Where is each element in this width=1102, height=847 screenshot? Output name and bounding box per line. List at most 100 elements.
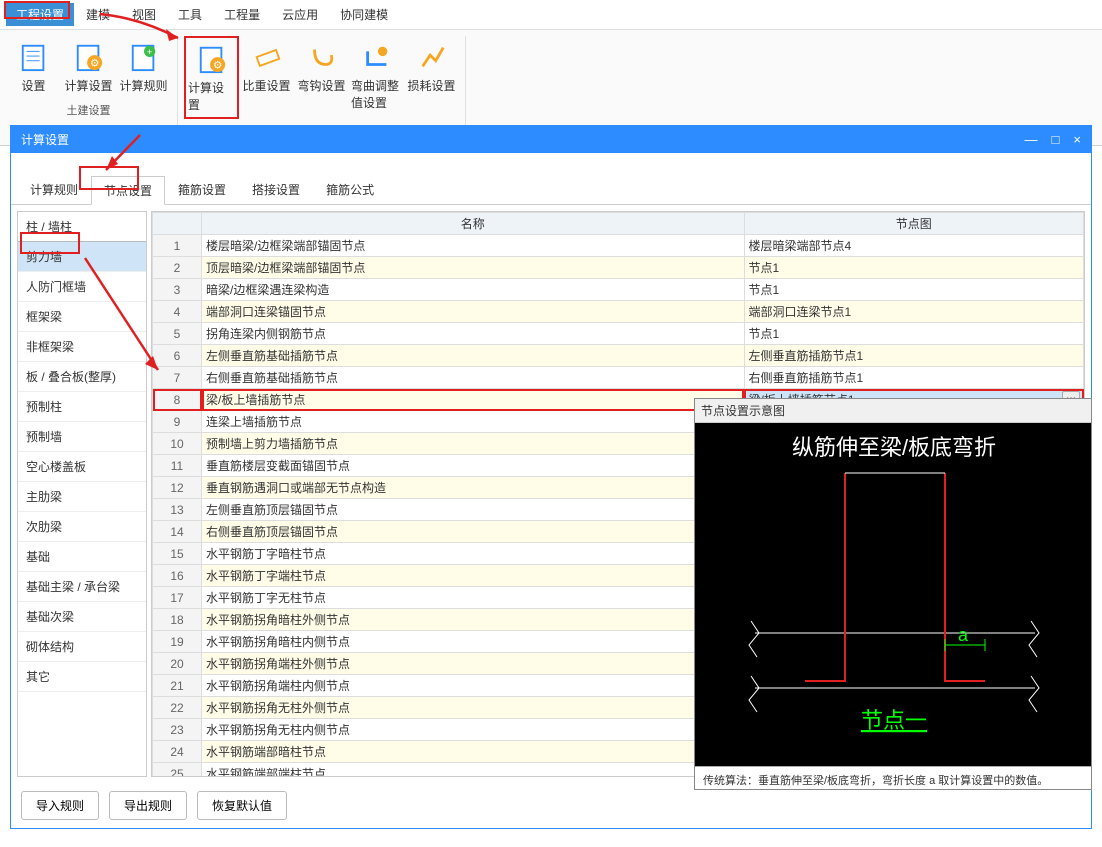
- tab-计算规则[interactable]: 计算规则: [17, 175, 91, 204]
- cell-diagram[interactable]: 节点1: [744, 257, 1084, 279]
- ribbon-比重设置[interactable]: 比重设置: [239, 36, 294, 119]
- cell-name[interactable]: 水平钢筋拐角无柱内侧节点: [202, 719, 745, 741]
- footer-导入规则[interactable]: 导入规则: [21, 791, 99, 820]
- footer-导出规则[interactable]: 导出规则: [109, 791, 187, 820]
- minimize-button[interactable]: —: [1025, 132, 1038, 147]
- cell-name[interactable]: 拐角连梁内侧钢筋节点: [202, 323, 745, 345]
- close-button[interactable]: ×: [1073, 132, 1081, 147]
- tab-节点设置[interactable]: 节点设置: [91, 176, 165, 205]
- tab-搭接设置[interactable]: 搭接设置: [239, 175, 313, 204]
- cell-diagram[interactable]: 楼层暗梁端部节点4: [744, 235, 1084, 257]
- sidebar-item-空心楼盖板[interactable]: 空心楼盖板: [18, 452, 146, 482]
- cell-name[interactable]: 水平钢筋拐角端柱外侧节点: [202, 653, 745, 675]
- menu-视图[interactable]: 视图: [122, 3, 166, 26]
- sidebar-item-次肋梁[interactable]: 次肋梁: [18, 512, 146, 542]
- sidebar-item-框架梁[interactable]: 框架梁: [18, 302, 146, 332]
- cell-name[interactable]: 梁/板上墙插筋节点: [202, 389, 745, 411]
- row-number: 2: [153, 257, 202, 279]
- cell-name[interactable]: 右侧垂直筋顶层锚固节点: [202, 521, 745, 543]
- cell-name[interactable]: 水平钢筋拐角端柱内侧节点: [202, 675, 745, 697]
- cell-name[interactable]: 楼层暗梁/边框梁端部锚固节点: [202, 235, 745, 257]
- table-row[interactable]: 6左侧垂直筋基础插筋节点左侧垂直筋插筋节点1: [153, 345, 1084, 367]
- ribbon-设置[interactable]: 设置: [6, 36, 61, 98]
- cell-diagram[interactable]: 节点1: [744, 323, 1084, 345]
- cell-name[interactable]: 左侧垂直筋基础插筋节点: [202, 345, 745, 367]
- sidebar-item-基础[interactable]: 基础: [18, 542, 146, 572]
- row-number: 17: [153, 587, 202, 609]
- sidebar-item-基础主梁 / 承台梁[interactable]: 基础主梁 / 承台梁: [18, 572, 146, 602]
- cell-name[interactable]: 水平钢筋拐角暗柱内侧节点: [202, 631, 745, 653]
- sidebar-item-预制墙[interactable]: 预制墙: [18, 422, 146, 452]
- cell-diagram[interactable]: 节点1: [744, 279, 1084, 301]
- sidebar-item-主肋梁[interactable]: 主肋梁: [18, 482, 146, 512]
- cell-name[interactable]: 连梁上墙插筋节点: [202, 411, 745, 433]
- sidebar-item-人防门框墙[interactable]: 人防门框墙: [18, 272, 146, 302]
- col-name[interactable]: 名称: [202, 213, 745, 235]
- cell-name[interactable]: 水平钢筋端部端柱节点: [202, 763, 745, 778]
- cell-name[interactable]: 预制墙上剪力墙插筋节点: [202, 433, 745, 455]
- sidebar-item-板 / 叠合板(整厚)[interactable]: 板 / 叠合板(整厚): [18, 362, 146, 392]
- menu-工程设置[interactable]: 工程设置: [6, 3, 74, 26]
- table-row[interactable]: 5拐角连梁内侧钢筋节点节点1: [153, 323, 1084, 345]
- diagram-caption: 传统算法：垂直筋伸至梁/板底弯折，弯折长度 a 取计算设置中的数值。: [695, 766, 1091, 793]
- ribbon-弯钩设置[interactable]: 弯钩设置: [294, 36, 349, 119]
- cell-name[interactable]: 水平钢筋端部暗柱节点: [202, 741, 745, 763]
- menu-建模[interactable]: 建模: [76, 3, 120, 26]
- menu-协同建模[interactable]: 协同建模: [330, 3, 398, 26]
- row-number: 23: [153, 719, 202, 741]
- tab-箍筋设置[interactable]: 箍筋设置: [165, 175, 239, 204]
- sidebar-item-其它[interactable]: 其它: [18, 662, 146, 692]
- cell-name[interactable]: 暗梁/边框梁遇连梁构造: [202, 279, 745, 301]
- cell-name[interactable]: 垂直钢筋遇洞口或端部无节点构造: [202, 477, 745, 499]
- cell-name[interactable]: 右侧垂直筋基础插筋节点: [202, 367, 745, 389]
- col-rownum: [153, 213, 202, 235]
- col-diagram[interactable]: 节点图: [744, 213, 1084, 235]
- cell-diagram[interactable]: 端部洞口连梁节点1: [744, 301, 1084, 323]
- cell-name[interactable]: 顶层暗梁/边框梁端部锚固节点: [202, 257, 745, 279]
- table-row[interactable]: 4端部洞口连梁锚固节点端部洞口连梁节点1: [153, 301, 1084, 323]
- sidebar-item-剪力墙[interactable]: 剪力墙: [18, 242, 146, 272]
- table-row[interactable]: 1楼层暗梁/边框梁端部锚固节点楼层暗梁端部节点4: [153, 235, 1084, 257]
- sidebar-item-柱 / 墙柱[interactable]: 柱 / 墙柱: [18, 212, 146, 242]
- cell-name[interactable]: 垂直筋楼层变截面锚固节点: [202, 455, 745, 477]
- ruler-icon: [250, 40, 284, 74]
- sidebar-item-预制柱[interactable]: 预制柱: [18, 392, 146, 422]
- row-number: 5: [153, 323, 202, 345]
- cell-diagram[interactable]: 左侧垂直筋插筋节点1: [744, 345, 1084, 367]
- hook-icon: [305, 40, 339, 74]
- ribbon-计算规则[interactable]: +计算规则: [116, 36, 171, 98]
- ribbon-计算设置[interactable]: ⚙计算设置: [184, 36, 239, 119]
- cell-name[interactable]: 水平钢筋拐角无柱外侧节点: [202, 697, 745, 719]
- cell-name[interactable]: 端部洞口连梁锚固节点: [202, 301, 745, 323]
- cell-name[interactable]: 水平钢筋丁字无柱节点: [202, 587, 745, 609]
- ribbon-label: 弯曲调整值设置: [351, 77, 402, 111]
- maximize-button[interactable]: □: [1052, 132, 1060, 147]
- tab-箍筋公式[interactable]: 箍筋公式: [313, 175, 387, 204]
- footer-恢复默认值[interactable]: 恢复默认值: [197, 791, 287, 820]
- ribbon-损耗设置[interactable]: 损耗设置: [404, 36, 459, 119]
- top-menu: 工程设置建模视图工具工程量云应用协同建模: [0, 0, 1102, 30]
- ribbon-label: 计算设置: [64, 77, 112, 94]
- diagram-panel: 节点设置示意图 纵筋伸至梁/板底弯折 a 节点一 传统算法：垂直筋伸至梁/板底弯…: [694, 398, 1092, 790]
- ribbon-弯曲调整值设置[interactable]: 弯曲调整值设置: [349, 36, 404, 119]
- menu-工具[interactable]: 工具: [168, 3, 212, 26]
- cell-diagram[interactable]: 右侧垂直筋插筋节点1: [744, 367, 1084, 389]
- sidebar-item-基础次梁[interactable]: 基础次梁: [18, 602, 146, 632]
- sidebar-item-非框架梁[interactable]: 非框架梁: [18, 332, 146, 362]
- dialog-titlebar[interactable]: 计算设置 — □ ×: [11, 126, 1091, 153]
- ribbon-计算设置[interactable]: ⚙ 计算设置: [61, 36, 116, 98]
- cell-name[interactable]: 左侧垂直筋顶层锚固节点: [202, 499, 745, 521]
- row-number: 6: [153, 345, 202, 367]
- table-row[interactable]: 7右侧垂直筋基础插筋节点右侧垂直筋插筋节点1: [153, 367, 1084, 389]
- table-row[interactable]: 3暗梁/边框梁遇连梁构造节点1: [153, 279, 1084, 301]
- cell-name[interactable]: 水平钢筋丁字端柱节点: [202, 565, 745, 587]
- sidebar-item-砌体结构[interactable]: 砌体结构: [18, 632, 146, 662]
- cell-name[interactable]: 水平钢筋丁字暗柱节点: [202, 543, 745, 565]
- row-number: 12: [153, 477, 202, 499]
- cell-name[interactable]: 水平钢筋拐角暗柱外侧节点: [202, 609, 745, 631]
- table-row[interactable]: 2顶层暗梁/边框梁端部锚固节点节点1: [153, 257, 1084, 279]
- menu-云应用[interactable]: 云应用: [272, 3, 328, 26]
- menu-工程量[interactable]: 工程量: [214, 3, 270, 26]
- svg-text:⚙: ⚙: [90, 58, 99, 69]
- sheet-calc-icon: ⚙: [72, 40, 106, 74]
